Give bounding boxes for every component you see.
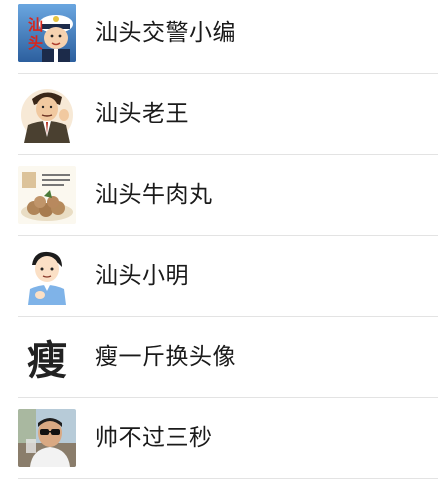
divider — [18, 154, 438, 155]
divider — [18, 397, 438, 398]
svg-text:汕: 汕 — [28, 16, 43, 34]
contact-row[interactable]: 瘦 瘦一斤换头像 — [0, 324, 438, 404]
suited-man-cartoon-icon — [18, 85, 76, 143]
traffic-police-cartoon-icon: 汕 头 — [18, 4, 76, 62]
contact-row[interactable]: 汕头老王 — [0, 81, 438, 161]
contact-name: 瘦一斤换头像 — [95, 344, 236, 370]
contact-name: 汕头老王 — [95, 101, 189, 127]
contact-row[interactable]: 汕 头 汕头交警小编 — [0, 0, 438, 80]
contact-name: 汕头小明 — [95, 263, 189, 289]
contact-list: 汕 头 汕头交警小编 汕头老王 汕头牛肉丸 汕头小明 瘦 瘦一斤换头像 帅不过三… — [0, 0, 438, 479]
character-avatar-icon: 瘦 — [18, 328, 76, 386]
sunglasses-man-photo-icon — [18, 409, 76, 467]
contact-name: 汕头交警小编 — [95, 20, 236, 46]
contact-row[interactable]: 汕头小明 — [0, 243, 438, 323]
contact-row[interactable]: 汕头牛肉丸 — [0, 162, 438, 242]
divider — [18, 73, 438, 74]
contact-name: 帅不过三秒 — [95, 425, 213, 451]
avatar-character: 瘦 — [27, 337, 67, 384]
svg-text:头: 头 — [28, 34, 43, 52]
divider — [18, 316, 438, 317]
beef-ball-dish-icon — [18, 166, 76, 224]
contact-row[interactable]: 帅不过三秒 — [0, 405, 438, 485]
contact-name: 汕头牛肉丸 — [95, 182, 213, 208]
boy-cartoon-icon — [18, 247, 76, 305]
divider — [18, 235, 438, 236]
